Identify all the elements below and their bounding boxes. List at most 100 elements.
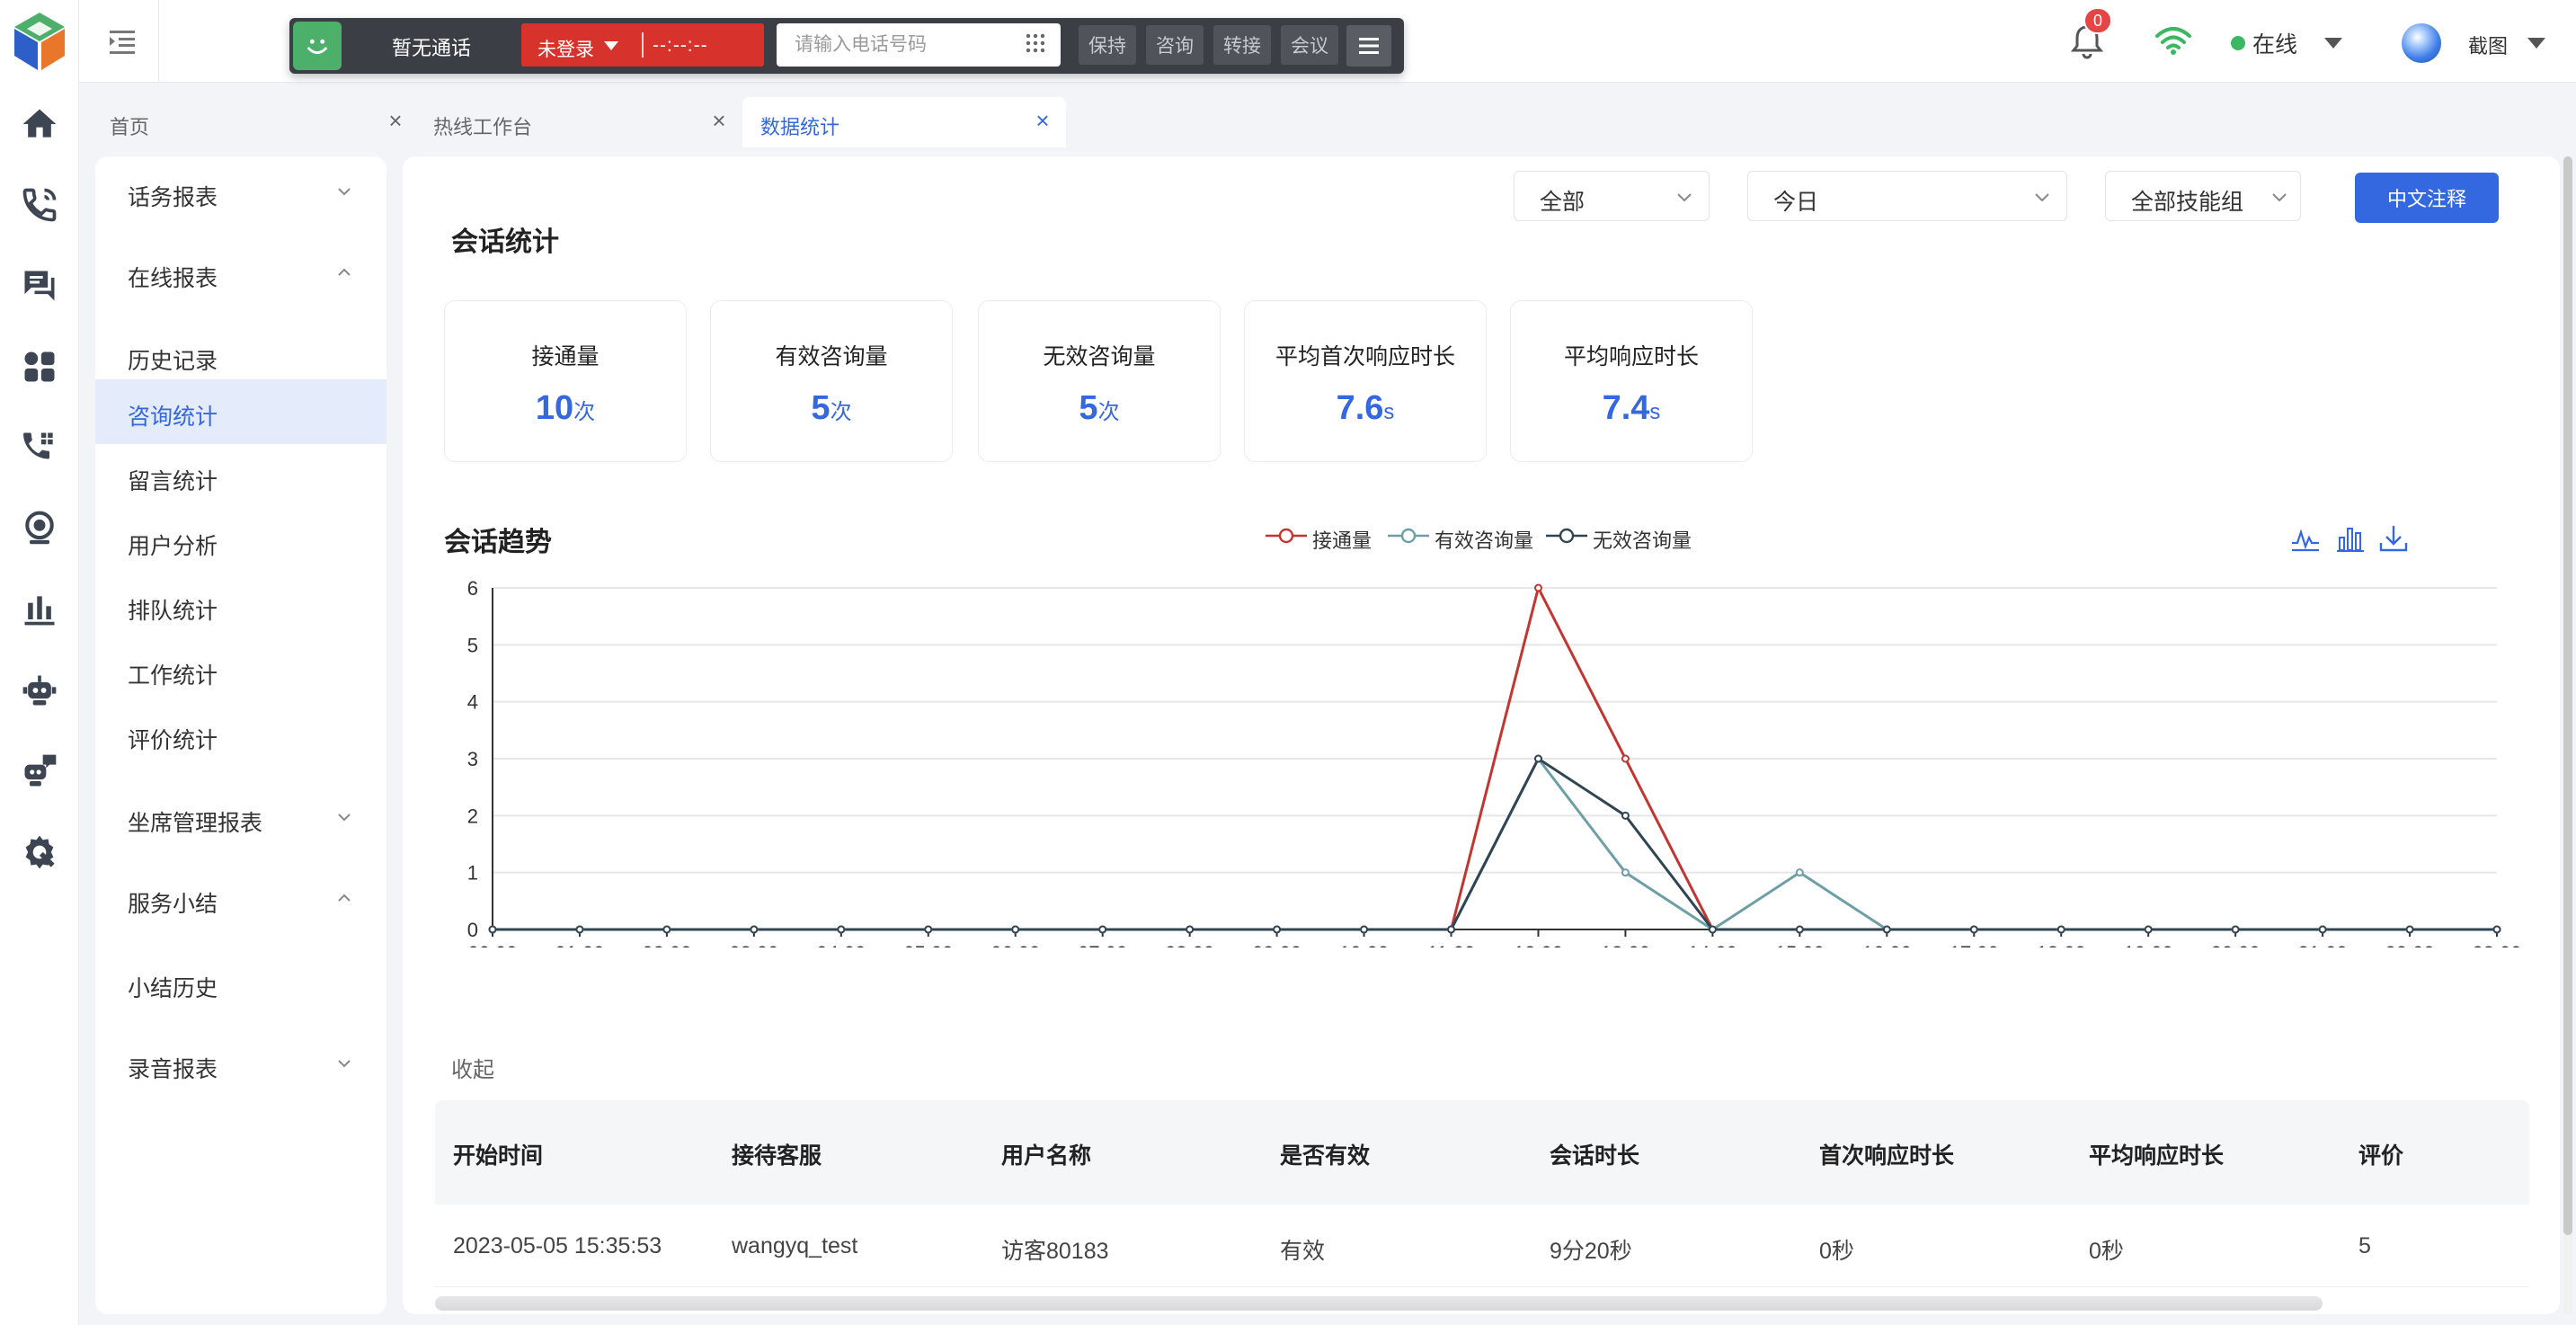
- data-point[interactable]: [1447, 925, 1456, 934]
- phone-keypad-icon[interactable]: [16, 424, 63, 471]
- close-icon[interactable]: ×: [708, 109, 730, 132]
- stat-card-unit: s: [1383, 400, 1395, 424]
- table-row[interactable]: 2023-05-05 15:35:53 wangyq_test 访客80183 有效 9…: [435, 1205, 2529, 1287]
- consult-button[interactable]: 咨询: [1146, 25, 1204, 65]
- sidebar-item-1[interactable]: 在线报表: [95, 241, 386, 306]
- download-icon[interactable]: [2378, 523, 2409, 554]
- sidebar-item-8[interactable]: 评价统计: [95, 703, 386, 768]
- data-point[interactable]: [2056, 925, 2065, 934]
- agent-status-icon[interactable]: [293, 22, 342, 70]
- data-point[interactable]: [488, 925, 497, 934]
- collapse-link[interactable]: 收起: [451, 1052, 494, 1083]
- data-point[interactable]: [924, 925, 933, 934]
- more-menu-button[interactable]: [1346, 25, 1391, 67]
- stat-card: 平均响应时长 7.4s: [1510, 300, 1753, 462]
- data-point[interactable]: [1360, 925, 1369, 934]
- x-tick-label: 07:00: [1078, 942, 1127, 947]
- hold-button[interactable]: 保持: [1079, 25, 1136, 65]
- online-status-label[interactable]: 在线: [2252, 27, 2297, 59]
- stat-card-value-wrap: 7.6s: [1245, 389, 1486, 428]
- sidebar-item-label: 用户分析: [128, 534, 218, 559]
- legend-label: 接通量: [1312, 529, 1372, 552]
- x-tick-label: 02:00: [642, 942, 691, 947]
- data-point[interactable]: [1621, 811, 1630, 820]
- data-point[interactable]: [1969, 925, 1978, 934]
- menu-toggle-icon[interactable]: [104, 23, 140, 59]
- data-point[interactable]: [1795, 868, 1804, 877]
- data-point[interactable]: [2318, 925, 2327, 934]
- horizontal-scrollbar[interactable]: [435, 1296, 2323, 1311]
- skill-group-select[interactable]: 全部技能组: [2105, 171, 2301, 221]
- dialpad-icon[interactable]: [1025, 32, 1046, 58]
- sidebar-item-3[interactable]: 咨询统计: [95, 379, 386, 444]
- data-point[interactable]: [1533, 583, 1542, 592]
- avatar[interactable]: [2402, 23, 2441, 63]
- data-point[interactable]: [837, 925, 846, 934]
- transfer-button[interactable]: 转接: [1213, 25, 1271, 65]
- robot-chat-icon[interactable]: [16, 748, 63, 795]
- line-chart-icon[interactable]: [2290, 523, 2321, 554]
- sidebar-item-10[interactable]: 服务小结: [95, 867, 386, 931]
- phone-number-input[interactable]: [777, 23, 1061, 67]
- sidebar-item-12[interactable]: 录音报表: [95, 1032, 386, 1097]
- data-point[interactable]: [662, 925, 671, 934]
- nav-rail: [0, 0, 79, 1325]
- data-point[interactable]: [1795, 925, 1804, 934]
- sidebar-item-0[interactable]: 话务报表: [95, 160, 386, 225]
- data-point[interactable]: [2231, 925, 2240, 934]
- bar-chart-toggle-icon[interactable]: [2335, 523, 2366, 554]
- date-select-value: 今日: [1773, 190, 1819, 215]
- data-point[interactable]: [1011, 925, 1020, 934]
- y-tick-label: 0: [467, 919, 478, 941]
- data-point[interactable]: [1533, 754, 1542, 763]
- date-select[interactable]: 今日: [1747, 171, 2067, 221]
- close-icon[interactable]: ×: [1032, 109, 1053, 132]
- data-point[interactable]: [2144, 925, 2153, 934]
- data-point[interactable]: [2492, 925, 2501, 934]
- stat-card-label: 平均首次响应时长: [1275, 344, 1455, 369]
- conference-button[interactable]: 会议: [1281, 25, 1338, 65]
- sidebar-item-4[interactable]: 留言统计: [95, 444, 386, 509]
- sidebar-item-label: 留言统计: [128, 469, 218, 494]
- tab-home[interactable]: 首页 ×: [79, 97, 412, 147]
- sidebar-item-9[interactable]: 坐席管理报表: [95, 786, 386, 850]
- data-point[interactable]: [1708, 925, 1717, 934]
- tab-hotline-workbench[interactable]: 热线工作台 ×: [403, 97, 735, 147]
- apps-grid-icon[interactable]: [16, 343, 63, 390]
- login-status-dropdown[interactable]: 未登录 --:--:--: [521, 23, 764, 67]
- data-point[interactable]: [1098, 925, 1107, 934]
- sidebar-item-5[interactable]: 用户分析: [95, 509, 386, 574]
- legend-marker-icon: [1266, 528, 1307, 544]
- sidebar-item-7[interactable]: 工作统计: [95, 638, 386, 703]
- table-cell: 有效: [1280, 1239, 1326, 1264]
- phone-call-icon[interactable]: [16, 182, 63, 228]
- sidebar-item-11[interactable]: 小结历史: [95, 951, 386, 1016]
- softphone-bar: 暂无通话 未登录 --:--:-- 保持 咨询 转接 会议: [289, 18, 1404, 74]
- data-point[interactable]: [1186, 925, 1195, 934]
- channel-select[interactable]: 全部: [1514, 171, 1710, 221]
- data-point[interactable]: [1621, 868, 1630, 877]
- vertical-scrollbar[interactable]: [2563, 156, 2572, 1314]
- home-icon[interactable]: [16, 101, 63, 147]
- data-point[interactable]: [1882, 925, 1891, 934]
- user-caret-down-icon[interactable]: [2527, 38, 2545, 49]
- scrollbar-thumb[interactable]: [2563, 156, 2572, 1235]
- x-tick-label: 13:00: [1601, 942, 1650, 947]
- tab-data-statistics[interactable]: 数据统计 ×: [742, 97, 1066, 147]
- data-point[interactable]: [1621, 754, 1630, 763]
- data-point[interactable]: [575, 925, 584, 934]
- chinese-annotation-button[interactable]: 中文注释: [2355, 173, 2499, 223]
- chat-icon[interactable]: [16, 262, 63, 309]
- sidebar-item-6[interactable]: 排队统计: [95, 574, 386, 638]
- x-tick-label: 20:00: [2211, 942, 2261, 947]
- bar-chart-icon[interactable]: [16, 586, 63, 633]
- settings-tools-icon[interactable]: [16, 829, 63, 876]
- user-name[interactable]: 截图: [2468, 31, 2508, 59]
- data-point[interactable]: [750, 925, 759, 934]
- data-point[interactable]: [1273, 925, 1282, 934]
- webcam-icon[interactable]: [16, 505, 63, 552]
- legend-label: 无效咨询量: [1593, 529, 1692, 552]
- online-caret-down-icon[interactable]: [2324, 38, 2342, 49]
- data-point[interactable]: [2405, 925, 2414, 934]
- robot-icon[interactable]: [16, 667, 63, 714]
